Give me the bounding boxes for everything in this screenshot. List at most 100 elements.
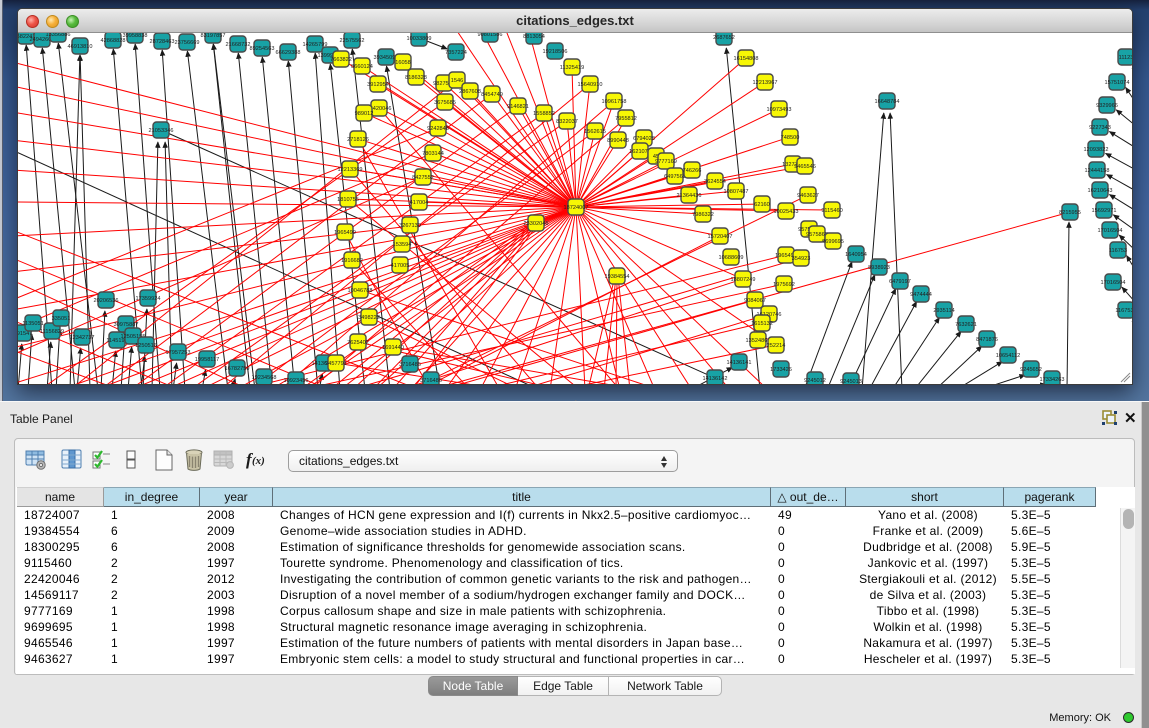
svg-text:14136142: 14136142 (703, 376, 728, 382)
svg-text:15640910: 15640910 (578, 82, 603, 88)
svg-text:15751074: 15751074 (1105, 80, 1130, 86)
svg-text:3716485: 3716485 (399, 362, 421, 368)
svg-text:12444158: 12444158 (1085, 168, 1110, 174)
svg-text:10654112: 10654112 (996, 353, 1020, 359)
svg-text:116753: 116753 (1109, 248, 1127, 254)
svg-text:46913810: 46913810 (68, 44, 93, 50)
svg-text:9242848: 9242848 (427, 126, 449, 132)
svg-text:17359924: 17359924 (136, 296, 161, 302)
svg-text:30975887: 30975887 (114, 322, 139, 328)
svg-text:417004: 417004 (410, 200, 429, 206)
svg-text:10973493: 10973493 (767, 107, 792, 113)
svg-text:8660124: 8660124 (351, 64, 373, 70)
svg-text:10807487: 10807487 (724, 189, 749, 195)
svg-text:7663822: 7663822 (330, 57, 352, 63)
svg-text:6794028: 6794028 (633, 136, 655, 142)
svg-text:9245012: 9245012 (804, 378, 826, 384)
svg-text:9227343: 9227343 (1089, 125, 1111, 131)
svg-text:7803144: 7803144 (422, 151, 444, 157)
svg-text:12213369: 12213369 (338, 167, 363, 173)
svg-text:9245013: 9245013 (840, 379, 862, 384)
svg-text:9777169: 9777169 (655, 159, 677, 165)
svg-text:22575562: 22575562 (340, 38, 365, 44)
svg-text:9245652: 9245652 (1020, 367, 1042, 373)
svg-text:1916682: 1916682 (341, 258, 363, 264)
svg-text:1135051: 1135051 (22, 321, 43, 327)
svg-text:989012: 989012 (355, 111, 374, 117)
svg-text:153594: 153594 (393, 242, 412, 248)
svg-text:19384554: 19384554 (605, 274, 630, 280)
svg-text:1546: 1546 (451, 78, 463, 84)
svg-text:39958838: 39958838 (123, 33, 148, 39)
svg-text:13356886: 13356886 (46, 33, 71, 38)
svg-text:8215955: 8215955 (1059, 210, 1081, 216)
svg-text:417005: 417005 (391, 263, 410, 269)
svg-text:9474444: 9474444 (910, 292, 932, 298)
svg-text:10033809: 10033809 (407, 36, 432, 42)
svg-text:10025433: 10025433 (774, 209, 799, 215)
svg-text:16782759: 16782759 (225, 366, 250, 372)
svg-text:8813054: 8813054 (523, 34, 545, 40)
svg-text:21053346: 21053346 (149, 128, 174, 134)
svg-text:354923: 354923 (792, 256, 811, 262)
svg-text:89254563: 89254563 (250, 46, 275, 52)
svg-text:7955812: 7955812 (615, 116, 637, 122)
svg-text:335051: 335051 (52, 316, 71, 322)
svg-text:8471876: 8471876 (976, 337, 998, 343)
svg-text:23756669: 23756669 (175, 40, 200, 46)
svg-text:6479197: 6479197 (889, 279, 911, 285)
svg-text:17016504: 17016504 (1101, 280, 1126, 286)
svg-text:12342737: 12342737 (70, 335, 95, 341)
svg-text:83197857: 83197857 (201, 33, 226, 39)
svg-text:1562615: 1562615 (584, 129, 606, 135)
svg-text:7357224: 7357224 (445, 50, 467, 56)
svg-text:66629388: 66629388 (276, 50, 301, 56)
svg-text:746266: 746266 (683, 168, 702, 174)
svg-text:15720407: 15720407 (708, 234, 733, 240)
svg-text:9699695: 9699695 (822, 239, 844, 245)
svg-text:1691440: 1691440 (382, 345, 404, 351)
svg-text:8322037: 8322037 (556, 119, 578, 125)
svg-text:10923456: 10923456 (284, 378, 309, 384)
svg-text:18724007: 18724007 (564, 205, 589, 211)
svg-text:2718126: 2718126 (347, 137, 369, 143)
svg-text:391547: 391547 (18, 331, 32, 337)
svg-text:9463627: 9463627 (797, 193, 819, 199)
svg-text:(x): (x) (252, 455, 265, 467)
svg-text:16210643: 16210643 (1088, 188, 1113, 194)
svg-text:8454749: 8454749 (481, 92, 503, 98)
svg-text:20206536: 20206536 (94, 298, 119, 304)
svg-text:21668732: 21668732 (226, 42, 251, 48)
svg-text:9146821: 9146821 (507, 104, 529, 110)
svg-text:7632621: 7632621 (955, 322, 977, 328)
svg-text:2935114: 2935114 (933, 308, 954, 314)
svg-text:1250516: 1250516 (135, 343, 157, 349)
svg-text:3624554: 3624554 (704, 179, 726, 185)
svg-text:18807249: 18807249 (731, 277, 756, 283)
svg-text:7986322: 7986322 (692, 212, 714, 218)
svg-text:12093822: 12093822 (1084, 147, 1109, 153)
svg-text:1965499: 1965499 (334, 230, 356, 236)
svg-text:17016504: 17016504 (1098, 228, 1123, 234)
svg-text:9329966: 9329966 (1096, 103, 1118, 109)
svg-text:90801586: 90801586 (478, 33, 503, 38)
svg-text:14136141: 14136141 (727, 360, 752, 366)
svg-text:1810755: 1810755 (337, 197, 359, 203)
svg-text:11325419: 11325419 (560, 65, 584, 71)
svg-text:3498222: 3498222 (358, 315, 380, 321)
svg-text:15692971: 15692971 (1092, 208, 1117, 214)
svg-text:10688609: 10688609 (719, 255, 744, 261)
svg-text:3267130: 3267130 (399, 223, 421, 229)
svg-text:16648784: 16648784 (875, 99, 900, 105)
svg-text:8938923: 8938923 (868, 265, 890, 271)
svg-text:9084067: 9084067 (744, 298, 766, 304)
svg-text:19218506: 19218506 (543, 49, 568, 55)
svg-text:28728463: 28728463 (150, 39, 175, 45)
svg-text:9457791: 9457791 (325, 361, 347, 367)
svg-text:16058: 16058 (395, 60, 411, 66)
svg-text:1640954: 1640954 (845, 252, 867, 258)
svg-text:19234568: 19234568 (252, 375, 277, 381)
svg-text:8427552: 8427552 (412, 175, 434, 181)
svg-text:1167533: 1167533 (1115, 308, 1132, 314)
svg-text:748500: 748500 (781, 135, 800, 141)
